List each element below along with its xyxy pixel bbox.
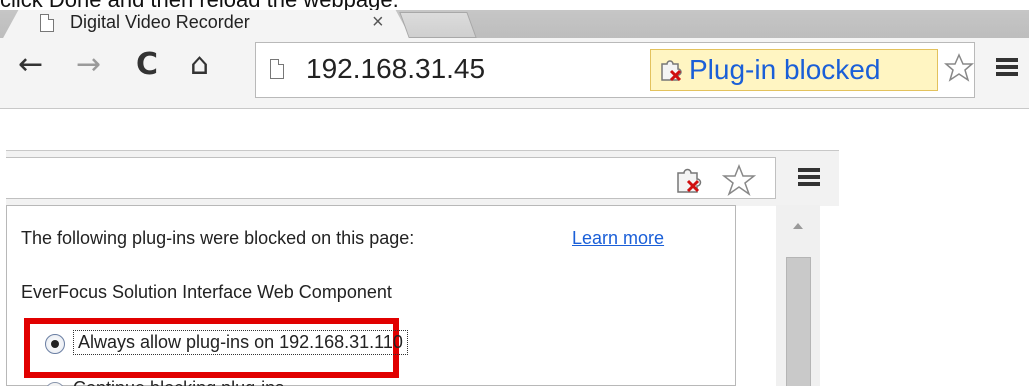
close-icon[interactable]: × [372,11,384,34]
plugin-blocked-bubble: The following plug-ins were blocked on t… [6,205,736,386]
forward-arrow-icon[interactable]: → [76,50,101,80]
browser-chrome: Digital Video Recorder × ← → C ⌂ 192.168… [0,10,1029,109]
page-icon [40,14,54,32]
bookmark-star-icon[interactable] [722,164,756,196]
page-icon [270,59,284,79]
new-tab-button[interactable] [399,12,477,38]
plugin-popup-screenshot: The following plug-ins were blocked on t… [6,150,839,386]
tab-strip: Digital Video Recorder × [0,10,1029,40]
back-arrow-icon[interactable]: ← [18,50,43,80]
reload-icon[interactable]: C [136,50,158,80]
allow-option-label[interactable]: Always allow plug-ins on 192.168.31.110 [73,330,408,355]
scrollbar-thumb[interactable] [786,257,811,386]
continue-blocking-label[interactable]: Continue blocking plug-ins [73,378,284,386]
scrollbar[interactable] [776,205,820,386]
plugin-blocked-label: Plug-in blocked [689,54,881,85]
bubble-heading: The following plug-ins were blocked on t… [21,228,415,248]
tab-digital-video-recorder[interactable]: Digital Video Recorder × [2,10,412,40]
continue-blocking-radio-button[interactable] [45,382,65,386]
plugin-blocked-badge[interactable]: Plug-in blocked [650,49,938,91]
bookmark-star-icon[interactable] [944,53,974,83]
learn-more-link[interactable]: Learn more [572,228,664,249]
popup-toolbar [6,150,839,206]
url-text: 192.168.31.45 [306,53,486,84]
scroll-up-arrow-icon[interactable] [793,223,803,229]
address-bar[interactable]: 192.168.31.45 Plug-in blocked [255,42,975,98]
tab-title: Digital Video Recorder [70,12,250,32]
home-icon[interactable]: ⌂ [190,50,209,80]
plugin-blocked-icon[interactable] [674,165,704,195]
plugin-blocked-icon [661,60,682,82]
blocked-plugin-name: EverFocus Solution Interface Web Compone… [21,282,392,302]
menu-icon[interactable] [798,168,820,186]
address-bar[interactable] [6,157,776,199]
allow-radio-button[interactable] [45,334,65,354]
browser-toolbar: ← → C ⌂ 192.168.31.45 Plug-in blocked [0,38,1029,109]
menu-icon[interactable] [996,58,1018,76]
